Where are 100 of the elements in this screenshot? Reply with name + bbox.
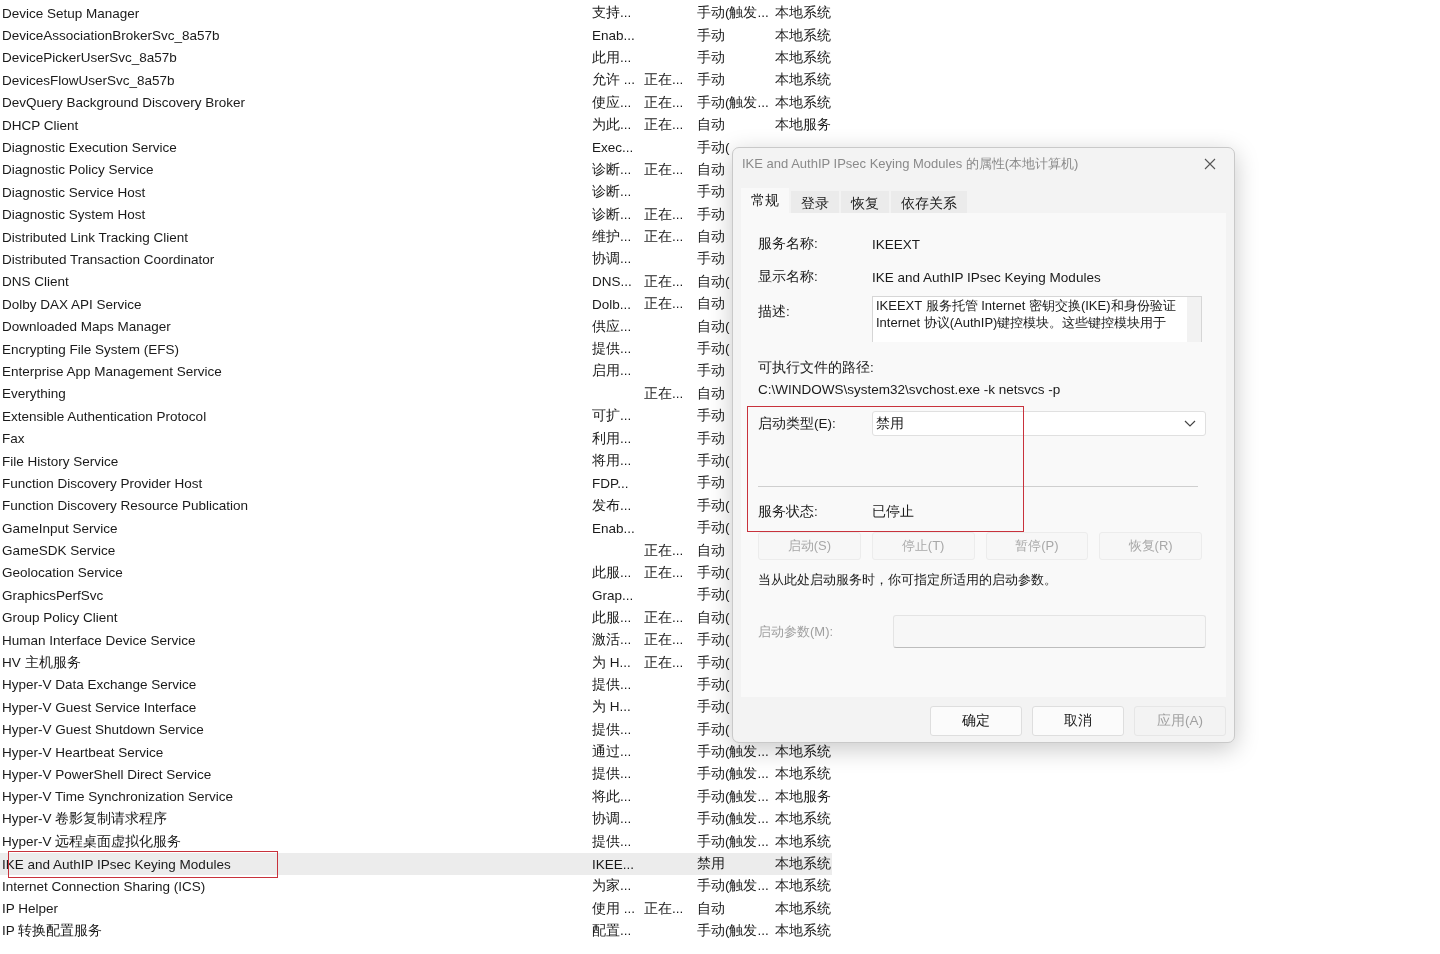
log-on-as: 本地系统 (775, 878, 831, 894)
table-row[interactable]: DHCP Client 为此... 正在... 自动 本地服务 (0, 113, 832, 137)
startup-type: 手动( (697, 520, 730, 536)
log-on-as: 本地系统 (775, 49, 831, 65)
field-label: 可执行文件的路径: (758, 359, 875, 377)
hint-text: 当从此处启动服务时，你可指定所适用的启动参数。 (758, 571, 1058, 589)
startup-type: 手动 (697, 72, 725, 88)
service-status: 正在... (644, 117, 684, 133)
service-description: 供应... (592, 318, 632, 334)
table-row[interactable]: DevicesFlowUserSvc_8a57b 允许 ... 正在... 手动 本地系统 (0, 69, 832, 92)
startup-type: 自动 (697, 161, 725, 177)
table-row[interactable]: Hyper-V 远程桌面虚拟化服务 提供... 手动(触发... 本地系统 (0, 830, 832, 853)
service-description: 支持... (592, 5, 632, 21)
field-value: IKE and AuthIP IPsec Keying Modules (872, 269, 1101, 285)
service-status: 正在... (644, 654, 684, 670)
service-description: 提供... (592, 676, 632, 692)
table-row[interactable]: Hyper-V 卷影复制请求程序 协调... 手动(触发... 本地系统 (0, 808, 832, 831)
scrollbar[interactable] (1187, 297, 1201, 342)
table-row[interactable]: DevicePickerUserSvc_8a57b 此用... 手动 本地系统 (0, 46, 832, 70)
startup-type: 自动 (697, 542, 725, 558)
service-description: 此用... (592, 49, 632, 65)
service-description: 启用... (592, 363, 632, 379)
service-name: Everything (2, 386, 66, 402)
startup-type: 手动 (697, 363, 725, 379)
service-name: DeviceAssociationBrokerSvc_8a57b (2, 28, 220, 44)
tab[interactable]: 登录 (791, 191, 839, 213)
service-name: Downloaded Maps Manager (2, 319, 171, 335)
service-name: Hyper-V Heartbeat Service (2, 744, 164, 760)
field-value: 已停止 (872, 503, 914, 521)
service-description: 提供... (592, 341, 632, 357)
dialog-button[interactable]: 取消 (1032, 706, 1124, 736)
startup-type: 手动( (697, 139, 730, 155)
service-name: Hyper-V 卷影复制请求程序 (2, 811, 168, 827)
startup-type: 手动(触发... (697, 923, 769, 939)
startup-type: 手动( (697, 453, 730, 468)
tab[interactable]: 常规 (741, 188, 789, 213)
startup-type: 手动 (697, 251, 725, 267)
startup-type: 手动(触发... (697, 744, 769, 760)
startup-type: 手动( (697, 699, 730, 715)
service-name: Geolocation Service (2, 565, 123, 581)
startup-type: 自动( (697, 273, 730, 289)
service-description: 为此... (592, 117, 632, 133)
field-label: 显示名称: (758, 268, 819, 286)
table-row[interactable]: Hyper-V PowerShell Direct Service 提供... 手动(触发... 本地系统 (0, 763, 832, 786)
startup-type: 手动(触发... (697, 766, 769, 782)
description-box[interactable]: IKEEXT 服务托管 Internet 密钥交换(IKE)和身份验证 Internet 协议(AuthIP)键控模块。这些键控模块用于 (872, 296, 1202, 342)
log-on-as: 本地系统 (775, 856, 831, 872)
service-name: File History Service (2, 453, 119, 469)
service-status: 正在... (644, 632, 684, 648)
field-label: 描述: (758, 303, 791, 321)
service-description: Enab... (592, 520, 635, 536)
startup-type: 自动 (697, 385, 725, 401)
table-row[interactable]: IP 转换配置服务 配置... 手动(触发... 本地系统 (0, 920, 832, 943)
window-title: IKE and AuthIP IPsec Keying Modules 的属性(本地计算机) (742, 154, 1079, 173)
startup-type: 手动 (697, 49, 725, 65)
service-description: 为 H... (592, 699, 631, 715)
service-status: 正在... (644, 206, 684, 222)
service-status: 正在... (644, 94, 684, 110)
service-description: 利用... (592, 430, 632, 446)
service-name: Hyper-V 远程桌面虚拟化服务 (2, 833, 182, 849)
service-description: 诊断... (592, 206, 632, 222)
log-on-as: 本地系统 (775, 5, 831, 21)
tab[interactable]: 恢复 (841, 191, 889, 213)
startup-type: 手动 (697, 184, 725, 200)
table-row[interactable]: DevQuery Background Discovery Broker 使应... 正在... 手动(触发... 本地系统 (0, 91, 832, 114)
service-name: Dolby DAX API Service (2, 296, 142, 312)
startup-type: 手动( (697, 564, 730, 580)
service-description: 此服... (592, 564, 632, 580)
startup-type-dropdown[interactable]: 禁用 (872, 411, 1206, 436)
service-description: 配置... (592, 923, 632, 939)
table-row[interactable]: Internet Connection Sharing (ICS) 为家... 手动(触发... 本地系统 (0, 875, 832, 898)
table-row[interactable]: IP Helper 使用 ... 正在... 自动 本地系统 (0, 897, 832, 920)
startup-type: 手动( (697, 341, 730, 357)
field-label: 启动参数(M): (758, 622, 835, 641)
startup-type: 自动 (697, 296, 725, 312)
dialog-button[interactable]: 确定 (930, 706, 1022, 736)
service-description: 提供... (592, 721, 632, 737)
service-status: 正在... (644, 161, 684, 177)
service-description: 使用 ... (592, 900, 635, 916)
startup-type: 手动(触发... (697, 833, 769, 849)
close-icon[interactable] (1204, 157, 1216, 170)
service-name: Human Interface Device Service (2, 632, 196, 648)
startup-type: 手动( (697, 721, 730, 737)
table-row[interactable]: Device Setup Manager 支持... 手动(触发... 本地系统 (0, 2, 832, 25)
service-name: Encrypting File System (EFS) (2, 341, 180, 357)
table-row[interactable]: Hyper-V Heartbeat Service 通过... 手动(触发... 本地系统 (0, 740, 832, 764)
tab[interactable]: 依存关系 (891, 191, 967, 213)
log-on-as: 本地系统 (775, 900, 831, 916)
table-row[interactable]: Hyper-V Time Synchronization Service 将此... 手动(触发... 本地服务 (0, 785, 832, 809)
service-description: 通过... (592, 744, 632, 760)
service-name: Group Policy Client (2, 610, 118, 626)
service-description: 激活... (592, 632, 632, 648)
service-description: 将用... (592, 453, 632, 468)
service-name: IP Helper (2, 901, 59, 917)
service-name: Diagnostic Execution Service (2, 140, 177, 156)
service-name: Diagnostic Policy Service (2, 162, 154, 178)
service-status: 正在... (644, 72, 684, 88)
startup-type: 手动( (697, 654, 730, 670)
table-row[interactable]: DeviceAssociationBrokerSvc_8a57b Enab... 手动 本地系统 (0, 24, 832, 47)
startup-type: 手动(触发... (697, 811, 769, 827)
